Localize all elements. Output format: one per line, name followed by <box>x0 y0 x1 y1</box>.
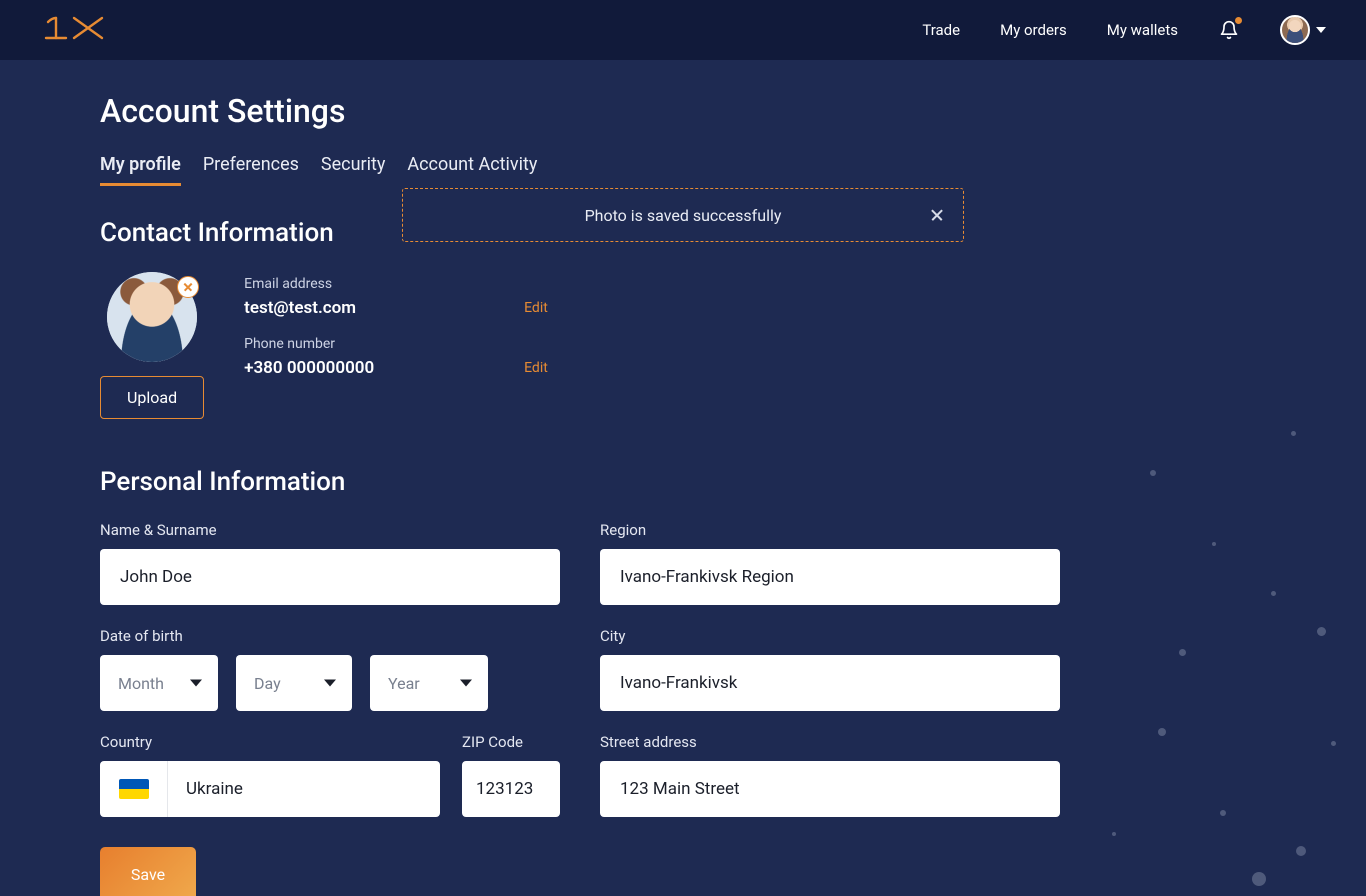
phone-value: +380 000000000 <box>244 358 524 378</box>
region-label: Region <box>600 521 1060 539</box>
email-value: test@test.com <box>244 298 524 318</box>
street-label: Street address <box>600 733 1060 751</box>
phone-label: Phone number <box>244 336 524 352</box>
profile-avatar <box>107 272 197 362</box>
country-select[interactable]: Ukraine <box>168 761 440 817</box>
primary-nav: Trade My orders My wallets <box>922 15 1326 45</box>
tab-preferences[interactable]: Preferences <box>203 154 299 186</box>
save-button[interactable]: Save <box>100 847 196 896</box>
chevron-down-icon <box>1316 27 1326 33</box>
email-label: Email address <box>244 276 524 292</box>
edit-phone-link[interactable]: Edit <box>524 360 548 376</box>
notification-dot <box>1235 17 1242 24</box>
nav-orders[interactable]: My orders <box>1000 21 1067 39</box>
logo[interactable] <box>40 15 106 45</box>
zip-input[interactable] <box>462 761 560 817</box>
settings-tabs: My profile Preferences Security Account … <box>100 154 1266 186</box>
avatar-icon <box>1280 15 1310 45</box>
topbar: Trade My orders My wallets <box>0 0 1366 60</box>
page-title: Account Settings <box>100 92 1266 130</box>
dob-label: Date of birth <box>100 627 560 645</box>
region-input[interactable] <box>600 549 1060 605</box>
edit-email-link[interactable]: Edit <box>524 300 548 316</box>
dob-year-select[interactable]: Year <box>370 655 488 711</box>
nav-trade[interactable]: Trade <box>922 21 960 39</box>
user-menu[interactable] <box>1280 15 1326 45</box>
city-input[interactable] <box>600 655 1060 711</box>
zip-label: ZIP Code <box>462 733 560 751</box>
city-label: City <box>600 627 1060 645</box>
tab-my-profile[interactable]: My profile <box>100 154 181 186</box>
tab-account-activity[interactable]: Account Activity <box>407 154 537 186</box>
country-label: Country <box>100 733 440 751</box>
name-label: Name & Surname <box>100 521 560 539</box>
street-input[interactable] <box>600 761 1060 817</box>
name-input[interactable] <box>100 549 560 605</box>
upload-button[interactable]: Upload <box>100 376 204 419</box>
dob-month-select[interactable]: Month <box>100 655 218 711</box>
personal-heading: Personal Information <box>100 467 1266 497</box>
toast-close-button[interactable] <box>929 207 945 223</box>
close-icon <box>183 282 193 292</box>
toast-success: Photo is saved successfully <box>402 188 964 242</box>
nav-wallets[interactable]: My wallets <box>1107 21 1178 39</box>
remove-photo-button[interactable] <box>177 276 199 298</box>
toast-message: Photo is saved successfully <box>585 206 782 225</box>
country-flag-icon <box>100 761 168 817</box>
dob-day-select[interactable]: Day <box>236 655 352 711</box>
tab-security[interactable]: Security <box>321 154 385 186</box>
notifications-icon[interactable] <box>1218 19 1240 41</box>
